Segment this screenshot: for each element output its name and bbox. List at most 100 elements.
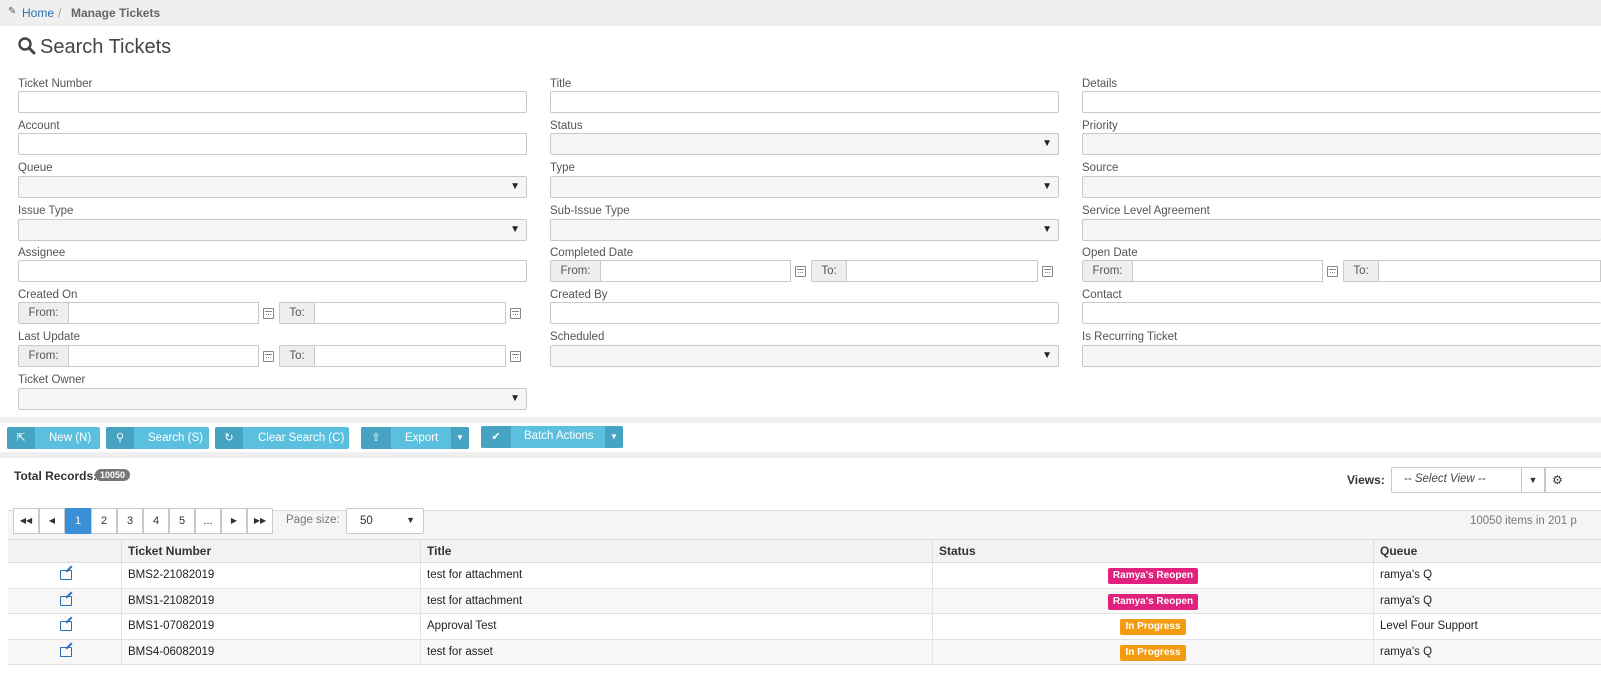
- views-select[interactable]: -- Select View --: [1391, 467, 1522, 493]
- header-actions: [8, 540, 121, 563]
- created-on-from-input[interactable]: [69, 302, 259, 324]
- calendar-icon[interactable]: [1327, 266, 1338, 277]
- edit-icon[interactable]: [60, 621, 72, 631]
- page-5[interactable]: 5: [169, 508, 195, 534]
- prev-page-icon[interactable]: ◀: [39, 508, 65, 534]
- calendar-icon[interactable]: [510, 308, 521, 319]
- header-queue[interactable]: Queue: [1373, 540, 1601, 563]
- new-button[interactable]: ⇱ New (N): [7, 427, 100, 449]
- search-icon: ⚲: [106, 427, 134, 449]
- source-select[interactable]: [1082, 176, 1601, 198]
- ticket-owner-select[interactable]: ▼: [18, 388, 527, 410]
- table-row[interactable]: BMS1-21082019 test for attachment Ramya'…: [8, 588, 1601, 614]
- ticket-number-input[interactable]: [18, 91, 527, 113]
- type-select[interactable]: ▼: [550, 176, 1059, 198]
- table-row[interactable]: BMS2-21082019 test for attachment Ramya'…: [8, 563, 1601, 589]
- header-ticket-number[interactable]: Ticket Number: [121, 540, 420, 563]
- breadcrumb-separator: /: [58, 6, 62, 20]
- cell-ticket-number: BMS2-21082019: [121, 563, 420, 588]
- completed-to-input[interactable]: [847, 260, 1038, 282]
- edit-icon[interactable]: [60, 570, 72, 580]
- page-3[interactable]: 3: [117, 508, 143, 534]
- edit-icon[interactable]: [60, 646, 72, 657]
- batch-actions-button[interactable]: ✔ Batch Actions ▼: [481, 426, 623, 448]
- views-label: Views:: [1347, 473, 1385, 487]
- batch-actions-label: Batch Actions: [524, 430, 594, 442]
- status-select[interactable]: ▼: [550, 133, 1059, 155]
- first-page-icon[interactable]: ◀◀: [13, 508, 39, 534]
- next-page-icon[interactable]: ▶: [221, 508, 247, 534]
- table-row[interactable]: BMS1-07082019 Approval Test In Progress …: [8, 614, 1601, 640]
- open-to-input[interactable]: [1379, 260, 1601, 282]
- caret-down-icon: ▼: [1042, 224, 1052, 235]
- details-label: Details: [1082, 78, 1118, 90]
- new-button-label: New (N): [49, 432, 92, 444]
- page-4[interactable]: 4: [143, 508, 169, 534]
- new-window-icon: ⇱: [7, 427, 35, 449]
- calendar-icon[interactable]: [263, 351, 274, 362]
- last-update-from-input[interactable]: [69, 345, 259, 367]
- sub-issue-type-select[interactable]: ▼: [550, 219, 1059, 241]
- created-on-to-input[interactable]: [315, 302, 506, 324]
- search-icon: [18, 36, 36, 59]
- completed-from-addon: From:: [550, 260, 601, 282]
- gear-icon[interactable]: ⚙: [1545, 467, 1601, 493]
- open-date-label: Open Date: [1082, 247, 1138, 259]
- title-input[interactable]: [550, 91, 1059, 113]
- open-from-input[interactable]: [1133, 260, 1323, 282]
- export-button[interactable]: ⇪ Export ▼: [361, 427, 469, 449]
- is-recurring-select[interactable]: [1082, 345, 1601, 367]
- queue-select[interactable]: ▼: [18, 176, 527, 198]
- scheduled-select[interactable]: ▼: [550, 345, 1059, 367]
- cell-ticket-number: BMS1-21082019: [121, 588, 420, 614]
- queue-label: Queue: [18, 162, 53, 174]
- source-label: Source: [1082, 162, 1119, 174]
- breadcrumb-current: Manage Tickets: [71, 6, 161, 20]
- clear-search-button[interactable]: ↻ Clear Search (C): [215, 427, 349, 449]
- calendar-icon[interactable]: [1042, 266, 1053, 277]
- calendar-icon[interactable]: [510, 351, 521, 362]
- table-row[interactable]: BMS4-06082019 test for asset In Progress…: [8, 639, 1601, 665]
- header-status[interactable]: Status: [932, 540, 1373, 563]
- calendar-icon[interactable]: [795, 266, 806, 277]
- contact-input[interactable]: [1082, 302, 1601, 324]
- last-update-to-input[interactable]: [315, 345, 506, 367]
- chevron-down-icon[interactable]: ▼: [451, 427, 469, 449]
- search-button[interactable]: ⚲ Search (S): [106, 427, 209, 449]
- page-1[interactable]: 1: [65, 508, 91, 534]
- total-records-label: Total Records:: [14, 469, 98, 483]
- status-badge: In Progress: [1120, 644, 1186, 661]
- caret-down-icon: ▼: [510, 181, 520, 192]
- issue-type-select[interactable]: ▼: [18, 219, 527, 241]
- page-more[interactable]: ...: [195, 508, 221, 534]
- status-badge: In Progress: [1120, 619, 1186, 635]
- cell-status: Ramya's Reopen: [932, 588, 1373, 614]
- breadcrumb-home-link[interactable]: Home: [22, 6, 54, 20]
- sla-select[interactable]: [1082, 219, 1601, 241]
- page-size-select[interactable]: 50 ▼: [346, 508, 424, 534]
- total-records-badge: 10050: [95, 469, 131, 481]
- calendar-icon[interactable]: [263, 308, 274, 319]
- completed-to-addon: To:: [811, 260, 847, 282]
- priority-select[interactable]: [1082, 133, 1601, 155]
- details-input[interactable]: [1082, 91, 1601, 113]
- created-by-input[interactable]: [550, 302, 1059, 324]
- edit-icon[interactable]: [60, 595, 72, 606]
- header-title[interactable]: Title: [420, 540, 932, 563]
- caret-down-icon[interactable]: ▼: [1521, 467, 1545, 493]
- account-input[interactable]: [18, 133, 527, 155]
- title-label: Title: [550, 78, 572, 90]
- chevron-down-icon[interactable]: ▼: [605, 426, 623, 448]
- last-update-from-addon: From:: [18, 345, 69, 367]
- status-badge: Ramya's Reopen: [1107, 593, 1199, 610]
- created-on-from-addon: From:: [18, 302, 69, 324]
- section-divider: [0, 417, 1601, 423]
- cell-title: test for attachment: [420, 563, 932, 588]
- assignee-input[interactable]: [18, 260, 527, 282]
- completed-date-label: Completed Date: [550, 247, 634, 259]
- search-button-label: Search (S): [148, 432, 203, 444]
- last-page-icon[interactable]: ▶▶: [247, 508, 273, 534]
- export-icon: ⇪: [361, 427, 391, 449]
- page-2[interactable]: 2: [91, 508, 117, 534]
- completed-from-input[interactable]: [601, 260, 791, 282]
